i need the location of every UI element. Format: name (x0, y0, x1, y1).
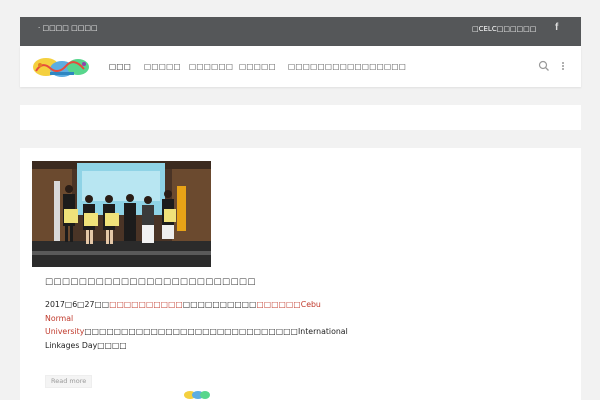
read-more-button[interactable]: Read more (45, 375, 93, 388)
more-vertical-icon[interactable] (560, 59, 566, 73)
post-title[interactable]: □□□□□□□□□□□□□□□□□□□□□□□□□ (45, 277, 255, 287)
post-excerpt-text-1: □□□□□□□□□□ (182, 300, 257, 309)
nav-item-3[interactable]: □□□□□□ (189, 62, 233, 71)
post-featured-image[interactable] (32, 161, 211, 267)
site-header: □□□ □□□□□ □□□□□□ □□□□□ □□□□□□□□□□□□□□□□ (20, 46, 581, 87)
main-content: □□□□□□□□□□□□□□□□□□□□□□□□□ 2017□6□27□□□□□… (20, 148, 581, 400)
post-excerpt-date: 2017□6□27□□ (45, 300, 110, 309)
search-icon[interactable] (538, 60, 550, 72)
top-bar: · □□□□ □□□□ □CELC□□□□□□ f (20, 17, 581, 46)
post-card: □□□□□□□□□□□□□□□□□□□□□□□□□ 2017□6□27□□□□□… (32, 161, 348, 400)
post-excerpt-text-2: □□□□□□□□□□□□□□□□□□□□□□□□□□□□□Internation… (45, 327, 348, 350)
nav-item-5[interactable]: □□□□□□□□□□□□□□□□ (288, 62, 406, 71)
nav-item-4[interactable]: □□□□□ (239, 62, 276, 71)
footer-logo (184, 391, 210, 399)
topbar-right-link[interactable]: □CELC□□□□□□ (472, 25, 536, 33)
facebook-icon[interactable]: f (555, 22, 558, 33)
post-excerpt: 2017□6□27□□□□□□□□□□□□□□□□□□□□□□□□□□□□Ceb… (45, 298, 348, 352)
site-logo[interactable] (32, 56, 90, 78)
topbar-left-link[interactable]: · □□□□ □□□□ (38, 24, 98, 32)
nav-item-home[interactable]: □□□ (109, 62, 131, 71)
breadcrumb-bar (20, 105, 581, 130)
post-excerpt-link-1[interactable]: □□□□□□□□□□ (109, 300, 183, 309)
nav-item-2[interactable]: □□□□□ (144, 62, 181, 71)
